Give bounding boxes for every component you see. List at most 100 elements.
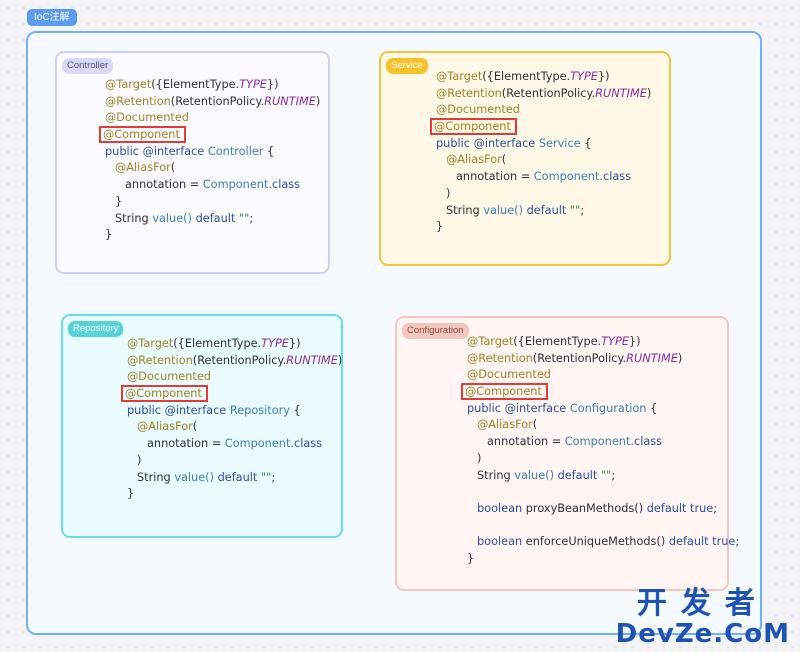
code-line: @Target({ElementType.TYPE}) bbox=[127, 336, 342, 353]
service-card[interactable]: Service @Target({ElementType.TYPE}) @Rete… bbox=[379, 51, 671, 266]
code-line: public @interface Configuration { bbox=[467, 401, 739, 418]
code-text: ) bbox=[677, 351, 683, 365]
annotation-token: @Retention bbox=[105, 94, 171, 108]
keyword-token: public @interface bbox=[467, 401, 570, 415]
code-text: } bbox=[105, 228, 113, 242]
code-line: } bbox=[127, 486, 342, 503]
code-line: @Documented bbox=[436, 102, 651, 119]
code-text: (RetentionPolicy. bbox=[532, 351, 627, 365]
code-text: ({ElementType. bbox=[513, 335, 602, 348]
code-text: }) bbox=[266, 78, 279, 91]
annotation-token: @Documented bbox=[127, 370, 211, 384]
keyword-token: .class bbox=[599, 170, 632, 184]
code-text: }) bbox=[597, 70, 610, 83]
controller-tag[interactable]: Controller bbox=[62, 58, 114, 74]
code-line: @Retention(RetentionPolicy.RUNTIME) bbox=[127, 353, 342, 370]
code-text: ({ElementType. bbox=[173, 337, 262, 350]
keyword-token: default true bbox=[646, 501, 714, 515]
code-line: @AliasFor( bbox=[127, 419, 342, 436]
code-line: } bbox=[105, 227, 320, 244]
code-text: String bbox=[115, 211, 153, 225]
code-line: } bbox=[436, 219, 651, 236]
repository-code: @Target({ElementType.TYPE}) @Retention(Re… bbox=[121, 336, 342, 503]
enum-constant: TYPE bbox=[261, 337, 289, 350]
controller-card[interactable]: Controller @Target({ElementType.TYPE}) @R… bbox=[55, 51, 330, 274]
code-text: ) bbox=[337, 353, 343, 367]
annotation-token: @Target bbox=[105, 78, 152, 91]
annotation-token: @Target bbox=[467, 335, 514, 348]
configuration-card[interactable]: Configuration @Target({ElementType.TYPE}… bbox=[395, 316, 739, 591]
code-text: annotation = bbox=[147, 437, 225, 451]
type-name: Component bbox=[224, 437, 291, 451]
method-signature: enforceUniqueMethods() bbox=[522, 535, 669, 549]
code-text: ( bbox=[192, 420, 198, 434]
code-line: public @interface Service { bbox=[436, 136, 651, 153]
configuration-code: @Target({ElementType.TYPE}) @Retention(Re… bbox=[461, 334, 739, 568]
code-line: String value() default ""; bbox=[436, 203, 651, 220]
keyword-token: default bbox=[191, 211, 239, 225]
code-text: ({ElementType. bbox=[151, 78, 240, 91]
component-annotation-highlight: @Component bbox=[461, 383, 548, 401]
code-text: } bbox=[115, 194, 123, 208]
configuration-tag[interactable]: Configuration bbox=[402, 323, 469, 339]
code-line: public @interface Repository { bbox=[127, 403, 342, 420]
code-text: }) bbox=[288, 337, 301, 350]
code-text: String bbox=[137, 470, 175, 484]
code-line: boolean proxyBeanMethods() default true; bbox=[467, 501, 739, 518]
code-text: { bbox=[580, 136, 592, 150]
code-line: @Documented bbox=[467, 367, 739, 384]
string-literal: "" bbox=[600, 468, 612, 482]
type-name: Controller bbox=[207, 144, 264, 158]
code-text: annotation = bbox=[456, 170, 534, 184]
code-text: ; bbox=[249, 211, 254, 225]
code-line: annotation = Component.class bbox=[436, 169, 651, 186]
watermark-cn: 开发者 bbox=[636, 586, 769, 621]
code-line: @AliasFor( bbox=[436, 152, 651, 169]
code-line: boolean enforceUniqueMethods() default t… bbox=[467, 534, 739, 551]
component-annotation-highlight: @Component bbox=[99, 126, 186, 144]
annotation-token: @AliasFor bbox=[446, 153, 502, 167]
code-text: ; bbox=[271, 470, 276, 484]
enum-constant: RUNTIME bbox=[264, 94, 316, 108]
code-text: { bbox=[289, 403, 301, 417]
code-text: ) bbox=[315, 94, 321, 108]
code-text: } bbox=[127, 487, 135, 501]
root-topic-label[interactable]: IoC注解 bbox=[27, 9, 77, 26]
keyword-token: .class bbox=[268, 178, 301, 192]
service-tag[interactable]: Service bbox=[386, 58, 428, 74]
code-text: ; bbox=[611, 468, 616, 482]
code-text: { bbox=[646, 401, 658, 415]
code-line: @AliasFor( bbox=[467, 417, 739, 434]
site-watermark: 开发者 DevZe.CoM bbox=[616, 586, 790, 649]
code-line: annotation = Component.class bbox=[127, 436, 342, 453]
method-name: value() bbox=[152, 211, 192, 225]
code-line: String value() default ""; bbox=[467, 468, 739, 485]
annotation-token: @Documented bbox=[436, 103, 520, 117]
code-text: } bbox=[467, 551, 475, 565]
annotation-token: @Target bbox=[436, 70, 483, 83]
code-line: } bbox=[105, 194, 320, 211]
type-name: Component bbox=[202, 178, 269, 192]
method-signature: proxyBeanMethods() bbox=[522, 501, 647, 515]
string-literal: "" bbox=[260, 470, 272, 484]
repository-tag[interactable]: Repository bbox=[68, 321, 124, 337]
service-code: @Target({ElementType.TYPE}) @Retention(Re… bbox=[430, 69, 651, 236]
code-text: ( bbox=[532, 418, 538, 432]
code-text: } bbox=[436, 220, 444, 234]
code-line: annotation = Component.class bbox=[105, 177, 320, 194]
keyword-token: default bbox=[213, 470, 261, 484]
code-line: @Component bbox=[430, 118, 651, 136]
repository-card[interactable]: Repository @Target({ElementType.TYPE}) @R… bbox=[61, 314, 343, 538]
method-name: value() bbox=[514, 468, 554, 482]
annotation-token: @Retention bbox=[467, 351, 533, 365]
code-line: @Component bbox=[461, 383, 739, 401]
keyword-token: public @interface bbox=[436, 136, 539, 150]
code-line: @Retention(RetentionPolicy.RUNTIME) bbox=[467, 351, 739, 368]
enum-constant: TYPE bbox=[570, 70, 598, 83]
string-literal: "" bbox=[569, 203, 581, 217]
annotation-token: @Target bbox=[127, 337, 174, 350]
code-line: ) bbox=[436, 186, 651, 203]
code-text: (RetentionPolicy. bbox=[170, 94, 265, 108]
code-line: @Component bbox=[99, 126, 320, 144]
code-text: String bbox=[446, 203, 484, 217]
